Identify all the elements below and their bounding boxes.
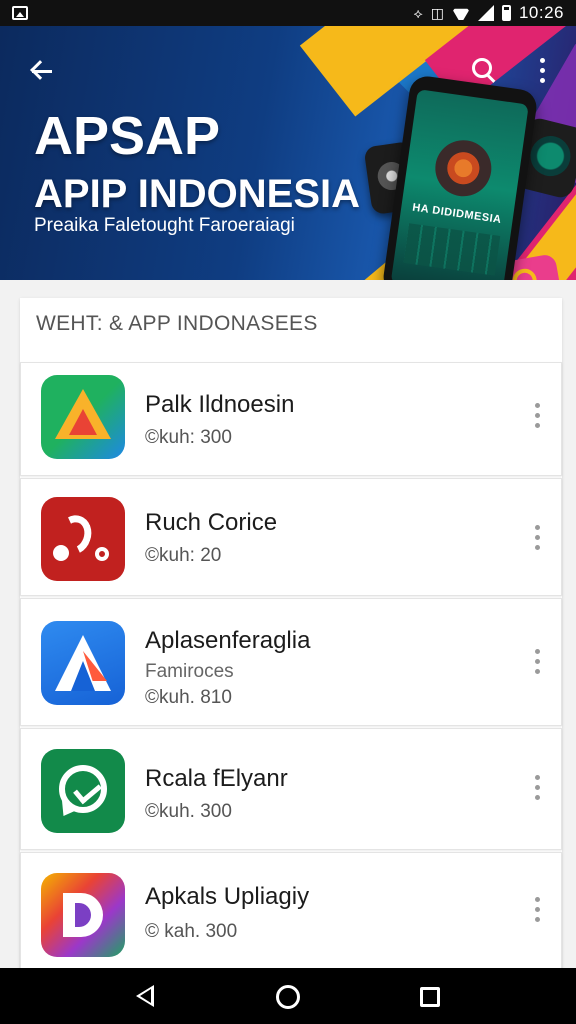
app-subtitle: Famiroces [145, 661, 234, 682]
multicolor-d-logo-icon [41, 873, 125, 957]
vibrate-icon: ⟡ [413, 4, 423, 21]
page-title: APSAP [34, 106, 221, 166]
more-vert-icon[interactable] [531, 401, 543, 431]
battery-icon [501, 5, 511, 21]
phone-screen: HA DIDIDMESIA [390, 89, 529, 280]
status-time: 10:26 [518, 3, 564, 22]
app-name: Apkals Upliagiy [145, 883, 310, 910]
more-vert-icon[interactable] [531, 647, 543, 677]
app-meta: © kah. 300 [145, 921, 238, 942]
sim-icon: ◫ [430, 4, 444, 21]
list-item[interactable]: Apkals Upliagiy © kah. 300 [20, 852, 562, 982]
chat-bubble-logo-icon [41, 749, 125, 833]
app-meta: ©kuh: 20 [145, 545, 222, 566]
list-item[interactable]: Aplasenferaglia Famiroces ©kuh. 810 [20, 598, 562, 726]
list-item[interactable]: Rcala fElyanr ©kuh. 300 [20, 728, 562, 850]
system-nav-bar [0, 968, 576, 1024]
triangle-logo-icon [41, 375, 125, 459]
list-item[interactable]: Palk Ildnoesin ©kuh: 300 [20, 362, 562, 476]
phone-screen-label: HA DIDIDMESIA [411, 201, 503, 226]
phone-illustration: HA DIDIDMESIA [381, 74, 539, 280]
more-vert-icon[interactable] [530, 56, 554, 86]
more-vert-icon[interactable] [531, 773, 543, 803]
app-meta: ©kuh. 300 [145, 801, 232, 822]
status-bar-left [12, 6, 28, 20]
hero-banner: HA DIDIDMESIA APSAP APIP INDONESIA Preai… [0, 26, 576, 280]
red-hook-logo-icon [41, 497, 125, 581]
app-name: Ruch Corice [145, 509, 278, 536]
image-notification-icon [12, 6, 28, 20]
more-vert-icon[interactable] [531, 895, 543, 925]
nav-recents-icon[interactable] [420, 987, 440, 1007]
app-name: Palk Ildnoesin [145, 391, 295, 418]
app-meta: ©kuh: 300 [145, 427, 232, 448]
more-vert-icon[interactable] [531, 523, 543, 553]
phone-screen-grid [403, 223, 501, 276]
music-disc-icon [431, 136, 495, 200]
signal-icon [477, 5, 494, 21]
app-name: Aplasenferaglia [145, 627, 311, 654]
status-bar-right: ⟡ ◫ 10:26 [413, 3, 564, 23]
list-item[interactable]: Ruch Corice ©kuh: 20 [20, 478, 562, 596]
app-name: Rcala fElyanr [145, 765, 288, 792]
top-app-bar [0, 48, 576, 92]
search-icon[interactable] [470, 56, 500, 86]
nav-home-icon[interactable] [276, 985, 300, 1009]
section-title: WEHT: & APP INDONASEES [36, 312, 318, 335]
wifi-icon [452, 6, 470, 20]
letter-a-logo-icon [41, 621, 125, 705]
app-meta: ©kuh. 810 [145, 687, 232, 708]
status-bar: ⟡ ◫ 10:26 [0, 0, 576, 26]
nav-back-icon[interactable] [136, 985, 154, 1007]
page-subtitle: APIP INDONESIA [34, 172, 360, 216]
page-tagline: Preaika Faletought Faroeraiagi [34, 215, 295, 236]
arrow-back-icon[interactable] [28, 56, 58, 86]
